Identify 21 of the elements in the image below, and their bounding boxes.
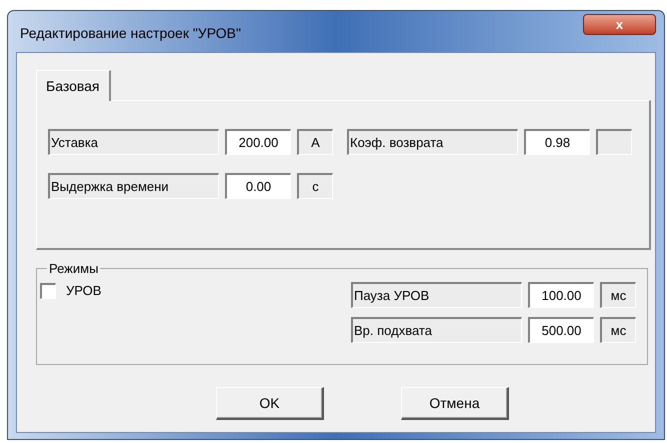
unit-label: с: [297, 173, 333, 199]
input-field[interactable]: 100.00: [528, 282, 594, 308]
field-label: Вр. подхвата: [351, 317, 522, 343]
field-label: Выдержка времени: [48, 173, 219, 199]
unit-label: мс: [600, 282, 636, 308]
input-field[interactable]: 500.00: [528, 317, 594, 343]
empty-unit-box: [596, 129, 632, 155]
dialog-button[interactable]: OK: [216, 387, 324, 420]
field-label: Коэф. возврата: [347, 129, 518, 155]
input-field[interactable]: 200.00: [225, 129, 291, 155]
unit-label: А: [297, 129, 333, 155]
checkbox[interactable]: [40, 283, 56, 299]
window-title: Редактирование настроек "УРОВ": [20, 24, 241, 43]
tab[interactable]: Базовая: [36, 70, 111, 101]
input-field[interactable]: 0.00: [225, 173, 291, 199]
field-label: Уставка: [48, 129, 219, 155]
checkbox-label: УРОВ: [66, 283, 102, 299]
input-field[interactable]: 0.98: [524, 129, 590, 155]
field-label: Пауза УРОВ: [351, 282, 522, 308]
unit-label: мс: [600, 317, 636, 343]
dialog-button[interactable]: Отмена: [401, 387, 509, 420]
